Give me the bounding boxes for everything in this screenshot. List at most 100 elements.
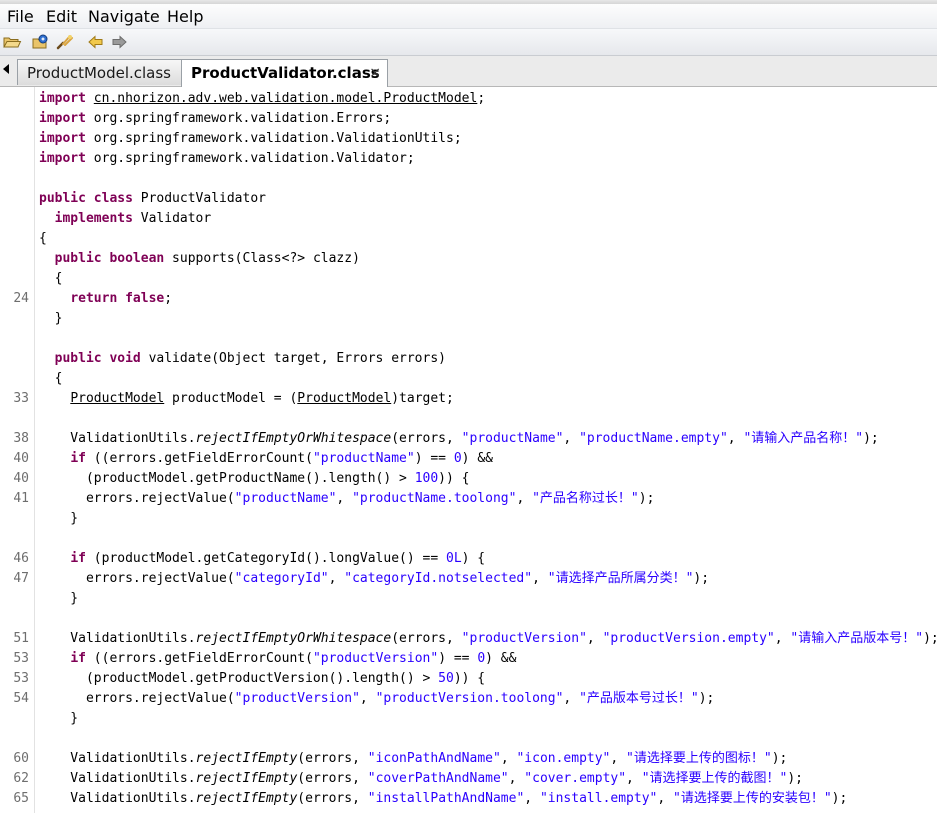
code-line: { [0, 269, 937, 289]
close-icon[interactable]: × [369, 65, 381, 81]
code-token: 0L [446, 551, 462, 566]
code-token: rejectIfEmptyOrWhitespace [195, 631, 392, 646]
code-token: "请选择要上传的截图！" [641, 771, 788, 786]
code-line: public void validate(Object target, Erro… [0, 349, 937, 369]
code-line: import org.springframework.validation.Er… [0, 109, 937, 129]
editor-tab-bar: ProductModel.class ProductValidator.clas… [0, 56, 937, 87]
menu-edit[interactable]: Edit [46, 7, 77, 27]
search-icon[interactable] [55, 32, 75, 52]
code-line: { [0, 229, 937, 249]
tab-label: ProductModel.class [27, 64, 171, 82]
code-token: (errors, [297, 791, 368, 806]
code-token: "installPathAndName" [367, 791, 525, 806]
code-token: org.springframework.validation.Validator… [85, 151, 415, 166]
code-token: public void [54, 351, 141, 366]
code-text: ValidationUtils.rejectIfEmptyOrWhitespac… [39, 429, 879, 449]
line-number: 33 [13, 391, 29, 406]
code-token: "请选择产品所属分类！" [547, 571, 694, 586]
tab-scroll-left-icon[interactable] [3, 64, 9, 74]
code-text: } [39, 309, 63, 329]
code-token: (errors, [297, 751, 368, 766]
menu-navigate[interactable]: Navigate [88, 7, 160, 27]
forward-arrow-icon[interactable] [109, 32, 129, 52]
code-token: org.springframework.validation.Errors; [85, 111, 392, 126]
code-token: if [70, 451, 86, 466]
open-folder-icon[interactable] [2, 32, 22, 52]
code-token: "productVersion.empty" [602, 631, 775, 646]
line-number: 51 [13, 631, 29, 646]
tab-productmodel-class[interactable]: ProductModel.class [17, 59, 182, 85]
code-token: ValidationUtils. [39, 631, 196, 646]
code-token: (errors, [297, 771, 368, 786]
code-text: ProductModel productModel = (ProductMode… [39, 389, 454, 409]
code-text: errors.rejectValue("productVersion", "pr… [39, 689, 714, 709]
code-token: ; [164, 291, 173, 306]
code-token: "请输入产品版本号！" [790, 631, 924, 646]
code-token: , [610, 751, 627, 766]
code-token: ); [638, 491, 655, 506]
code-token: 100 [414, 471, 439, 486]
code-token: errors.rejectValue( [39, 491, 235, 506]
code-token: } [39, 511, 79, 526]
code-token: { [39, 271, 63, 286]
code-token: import [39, 151, 86, 166]
code-line: 41 errors.rejectValue("productName", "pr… [0, 489, 937, 509]
code-token: ProductValidator [132, 191, 266, 206]
code-token: { [39, 231, 47, 246]
line-number: 38 [13, 431, 29, 446]
line-number: 46 [13, 551, 29, 566]
code-token: , [516, 491, 533, 506]
code-token: , [532, 571, 548, 586]
tab-productvalidator-class[interactable]: ProductValidator.class × [181, 59, 388, 87]
code-editor[interactable]: import cn.nhorizon.adv.web.validation.mo… [0, 87, 937, 813]
line-number: 65 [13, 791, 29, 806]
code-token: "产品版本号过长！" [579, 691, 699, 706]
code-token: (productModel.getCategoryId().longValue(… [85, 551, 446, 566]
code-text: errors.rejectValue("categoryId", "catego… [39, 569, 709, 589]
code-token: ProductModel [297, 391, 392, 406]
code-line: } [0, 509, 937, 529]
code-token: rejectIfEmpty [195, 791, 298, 806]
code-text: ValidationUtils.rejectIfEmptyOrWhitespac… [39, 629, 937, 649]
back-arrow-icon[interactable] [86, 32, 106, 52]
code-token: "cover.empty" [524, 771, 627, 786]
code-token: , [524, 791, 540, 806]
code-line: 38 ValidationUtils.rejectIfEmptyOrWhites… [0, 429, 937, 449]
code-line: public class ProductValidator [0, 189, 937, 209]
code-line: { [0, 369, 937, 389]
code-token: Validator [132, 211, 212, 226]
code-token: ); [863, 431, 879, 446]
code-line: 62 ValidationUtils.rejectIfEmpty(errors,… [0, 769, 937, 789]
code-token: ValidationUtils. [39, 751, 196, 766]
open-type-icon[interactable] [31, 32, 51, 52]
toolbar [0, 29, 937, 56]
code-text: public void validate(Object target, Erro… [39, 349, 446, 369]
code-line: } [0, 709, 937, 729]
code-token: ); [923, 631, 937, 646]
code-token: "productName" [461, 431, 564, 446]
code-token: , [500, 751, 517, 766]
code-token: import [39, 131, 86, 146]
code-text: } [39, 509, 78, 529]
code-token: } [39, 311, 63, 326]
menu-file[interactable]: File [7, 7, 34, 27]
code-line: 40 if ((errors.getFieldErrorCount("produ… [0, 449, 937, 469]
menu-help[interactable]: Help [167, 7, 203, 27]
tab-label: ProductValidator.class [191, 64, 380, 82]
code-token: , [657, 791, 674, 806]
code-token: (errors, [391, 631, 462, 646]
code-text: if (productModel.getCategoryId().longVal… [39, 549, 485, 569]
code-token: org.springframework.validation.Validatio… [85, 131, 462, 146]
code-token: "productName" [234, 491, 337, 506]
code-token: ) == [438, 651, 478, 666]
code-token: ) == [414, 451, 454, 466]
code-token: "productVersion.toolong" [375, 691, 564, 706]
code-token: "coverPathAndName" [367, 771, 509, 786]
